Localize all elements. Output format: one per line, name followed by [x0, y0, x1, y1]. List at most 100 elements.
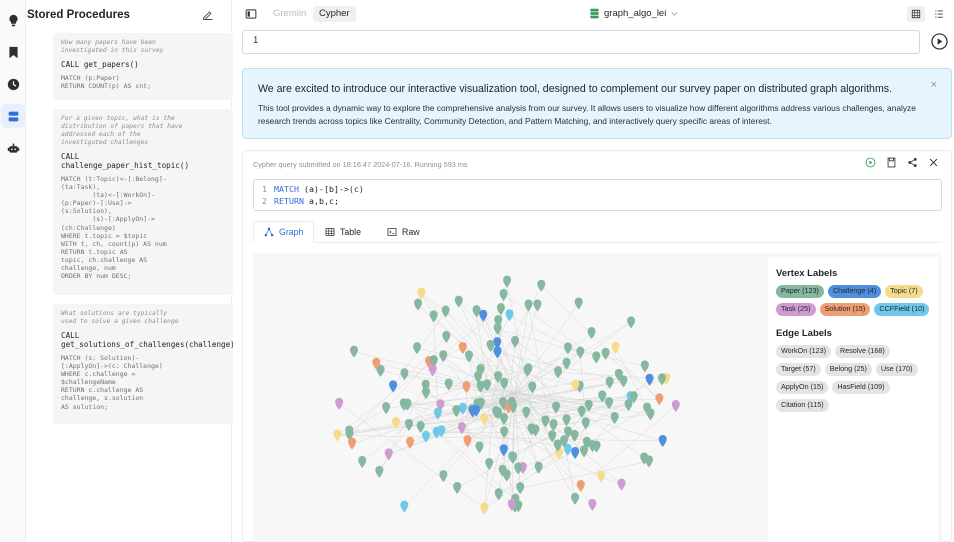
graph-node-paper[interactable]: [499, 412, 508, 425]
tab-gremlin[interactable]: Gremlin: [267, 6, 312, 22]
graph-node-paper[interactable]: [533, 299, 542, 312]
vertex-chip-paper[interactable]: Paper (123): [776, 285, 824, 298]
graph-node-paper[interactable]: [503, 275, 512, 288]
vertex-chip-task[interactable]: Task (25): [776, 303, 816, 316]
graph-node-paper[interactable]: [416, 421, 425, 434]
graph-node-paper[interactable]: [640, 360, 649, 373]
save-icon[interactable]: [886, 157, 897, 168]
graph-node-task[interactable]: [588, 498, 597, 511]
graph-node-solution[interactable]: [655, 393, 664, 406]
graph-node-paper[interactable]: [358, 455, 367, 468]
graph-node-paper[interactable]: [429, 310, 438, 323]
graph-node-paper[interactable]: [605, 376, 614, 389]
graph-node-paper[interactable]: [375, 465, 384, 478]
graph-node-paper[interactable]: [453, 481, 462, 494]
edge-chip-workon[interactable]: WorkOn (123): [776, 345, 832, 358]
edge-chip-use[interactable]: Use (170): [875, 363, 918, 376]
graph-node-paper[interactable]: [592, 351, 601, 364]
graph-node-paper[interactable]: [610, 412, 619, 425]
edge-chip-applyon[interactable]: ApplyOn (15): [776, 381, 829, 394]
edge-chip-belong[interactable]: Belong (25): [824, 363, 872, 376]
graph-node-paper[interactable]: [382, 402, 391, 415]
list-view-button[interactable]: [930, 6, 948, 22]
graph-node-solution[interactable]: [463, 435, 472, 448]
close-icon[interactable]: [928, 157, 939, 168]
edge-chip-citation[interactable]: Citation (115): [776, 399, 829, 412]
graph-node-paper[interactable]: [444, 378, 453, 391]
edge-chip-resolve[interactable]: Resolve (168): [835, 345, 890, 358]
graph-node-paper[interactable]: [499, 288, 508, 301]
graph-node-paper[interactable]: [562, 414, 571, 427]
graph-node-paper[interactable]: [349, 345, 358, 358]
graph-node-paper[interactable]: [442, 330, 451, 343]
tab-table[interactable]: Table: [315, 221, 371, 243]
tab-cypher[interactable]: Cypher: [313, 6, 356, 22]
graph-node-paper[interactable]: [562, 357, 571, 370]
graph-node-task[interactable]: [671, 399, 680, 412]
tab-raw[interactable]: Raw: [377, 221, 430, 243]
graph-node-paper[interactable]: [657, 373, 666, 386]
edge-chip-target[interactable]: Target (57): [776, 363, 821, 376]
graph-node-paper[interactable]: [472, 305, 481, 318]
graph-node-task[interactable]: [617, 478, 626, 491]
graph-node-paper[interactable]: [509, 451, 518, 464]
graph-node-paper[interactable]: [627, 316, 636, 329]
rerun-icon[interactable]: [865, 157, 876, 168]
vertex-chip-ccffield[interactable]: CCFField (10): [874, 303, 930, 316]
graph-node-paper[interactable]: [528, 381, 537, 394]
graph-node-task[interactable]: [384, 448, 393, 461]
graph-node-challenge[interactable]: [645, 373, 654, 386]
graph-canvas[interactable]: Vertex Labels Paper (123) Challenge (4) …: [253, 253, 942, 542]
graph-node-topic[interactable]: [417, 287, 426, 300]
procedure-card[interactable]: What solutions are typically used to sol…: [53, 304, 233, 424]
graph-node-paper[interactable]: [644, 455, 653, 468]
graph-node-topic[interactable]: [597, 470, 606, 483]
graph-node-topic[interactable]: [480, 502, 489, 515]
graph-node-ccffield[interactable]: [400, 500, 409, 513]
graph-visualization[interactable]: [253, 253, 766, 542]
graph-node-paper[interactable]: [494, 488, 503, 501]
graph-node-paper[interactable]: [563, 342, 572, 355]
tab-graph[interactable]: Graph: [253, 221, 315, 243]
graph-node-paper[interactable]: [522, 406, 531, 419]
graph-node-paper[interactable]: [576, 346, 585, 359]
graph-node-paper[interactable]: [511, 335, 520, 348]
graph-node-solution[interactable]: [576, 480, 585, 493]
graph-node-topic[interactable]: [480, 413, 489, 426]
graph-node-paper[interactable]: [516, 482, 525, 495]
graph-node-paper[interactable]: [514, 462, 523, 475]
graph-node-paper[interactable]: [413, 298, 422, 311]
rail-button-assistant[interactable]: [1, 136, 25, 160]
graph-node-challenge[interactable]: [571, 447, 580, 460]
graph-node-challenge[interactable]: [658, 434, 667, 447]
graph-node-paper[interactable]: [581, 417, 590, 430]
procedure-card[interactable]: How many papers have been investigated i…: [53, 33, 233, 100]
sidebar-toggle-icon[interactable]: [245, 8, 257, 20]
run-query-icon[interactable]: [931, 33, 948, 50]
graph-node-task[interactable]: [335, 397, 344, 410]
rail-button-database[interactable]: [1, 104, 25, 128]
graph-node-paper[interactable]: [500, 377, 509, 390]
rail-button-bookmarks[interactable]: [1, 40, 25, 64]
query-input[interactable]: 1: [242, 30, 920, 54]
graph-node-challenge[interactable]: [499, 444, 508, 457]
graph-node-paper[interactable]: [464, 350, 473, 363]
graph-node-paper[interactable]: [475, 441, 484, 454]
vertex-chip-challenge[interactable]: Challenge (4): [827, 285, 882, 298]
procedure-card[interactable]: For a given topic, what is the distribut…: [53, 109, 233, 295]
graph-node-paper[interactable]: [439, 470, 448, 483]
graph-node-topic[interactable]: [611, 341, 620, 354]
graph-node-paper[interactable]: [570, 429, 579, 442]
graph-node-paper[interactable]: [587, 327, 596, 340]
vertex-chip-solution[interactable]: Solution (15): [819, 303, 871, 316]
graph-node-task[interactable]: [428, 364, 437, 377]
graph-node-paper[interactable]: [541, 415, 550, 428]
graph-node-paper[interactable]: [496, 303, 505, 316]
database-selector[interactable]: graph_algo_lei: [589, 8, 679, 19]
graph-node-solution[interactable]: [348, 437, 357, 450]
vertex-chip-topic[interactable]: Topic (7): [885, 285, 923, 298]
rail-button-ideas[interactable]: [1, 8, 25, 32]
graph-node-paper[interactable]: [584, 399, 593, 412]
graph-node-paper[interactable]: [413, 342, 422, 355]
graph-node-solution[interactable]: [458, 341, 467, 354]
